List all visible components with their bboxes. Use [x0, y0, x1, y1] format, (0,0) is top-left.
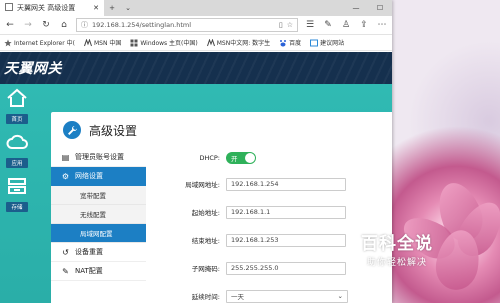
address-toolbar: ← → ↻ ⌂ ⓘ 192.168.1.254/settinglan.html … [0, 16, 392, 35]
new-tab-button[interactable]: + [104, 0, 120, 16]
panel-header: 高级设置 [51, 112, 392, 148]
reading-view-icon[interactable]: ▯ [279, 21, 283, 29]
tab-bar: 天翼网关 高级设置 ✕ + ⌄ — ☐ [0, 0, 392, 16]
profile-icon[interactable]: ♙ [340, 20, 352, 30]
dhcp-toggle-label: 开 [231, 155, 238, 163]
lan-ip-label: 局域网地址: [185, 181, 220, 189]
favorite-link-msn-cn[interactable]: MSN中文网: 数字生 [206, 38, 270, 47]
menu-item-nat[interactable]: ✎ NAT配置 [51, 262, 146, 281]
wrench-icon [63, 121, 81, 139]
id-card-icon: ▤ [61, 152, 70, 162]
url-text: 192.168.1.254/settinglan.html [92, 21, 192, 29]
windows-icon [130, 39, 138, 47]
brand-logo: 天翼网关 [4, 61, 62, 77]
page-favicon-icon [5, 3, 13, 13]
star-icon [4, 39, 12, 47]
settings-panel: 高级设置 ▤ 管理员账号设置 ⚙ 网络设置 宽带配置 无线配置 局域网配置 ↺ … [51, 112, 392, 303]
browser-window: 天翼网关 高级设置 ✕ + ⌄ — ☐ ← → ↻ ⌂ ⓘ 192.168.1.… [0, 0, 392, 303]
reset-icon: ↺ [62, 247, 69, 257]
info-icon: ⓘ [81, 21, 88, 29]
gear-icon: ⚙ [61, 171, 70, 181]
minimize-button[interactable]: — [344, 0, 368, 16]
favorite-star-icon[interactable]: ☆ [287, 21, 293, 29]
end-address-input[interactable]: 192.168.1.253 [226, 233, 346, 247]
dhcp-toggle[interactable]: 开 [226, 152, 256, 164]
lan-ip-input[interactable]: 192.168.1.254 [226, 177, 346, 191]
home-icon [6, 88, 28, 113]
watermark: 百科全说 助你轻松解决 [337, 229, 457, 268]
back-icon[interactable]: ← [4, 20, 16, 30]
refresh-icon[interactable]: ↻ [40, 20, 52, 30]
msn-icon [206, 38, 215, 47]
lease-time-label: 延续时间: [191, 293, 220, 301]
rail-item-storage[interactable]: 存储 [0, 176, 34, 220]
tab-active[interactable]: 天翼网关 高级设置 ✕ [0, 0, 104, 16]
dhcp-label: DHCP: [199, 154, 220, 162]
rail-item-home[interactable]: 首页 [0, 88, 34, 132]
subnet-mask-label: 子网掩码: [191, 265, 220, 273]
watermark-subtitle: 助你轻松解决 [366, 258, 427, 268]
favorite-link-baidu[interactable]: 百度 [279, 38, 301, 47]
left-rail: 首页 应用 存储 [0, 88, 34, 220]
settings-menu: ▤ 管理员账号设置 ⚙ 网络设置 宽带配置 无线配置 局域网配置 ↺ 设备重置 … [51, 148, 146, 281]
lease-time-select[interactable]: 一天 ⌄ [226, 289, 348, 303]
submenu-item-wireless[interactable]: 无线配置 [51, 205, 146, 224]
suggested-icon [310, 39, 319, 47]
start-address-row: 起始地址: 192.168.1.1 [151, 203, 392, 221]
favorites-bar: Internet Explorer 中( MSN 中国 Windows 主页(中… [0, 35, 392, 51]
dhcp-row: DHCP: 开 [151, 149, 392, 167]
rail-item-label: 应用 [6, 158, 28, 168]
rail-item-label: 首页 [6, 114, 28, 124]
pen-note-icon[interactable]: ✎ [322, 20, 334, 30]
more-icon[interactable]: ⋯ [376, 20, 388, 30]
menu-item-network[interactable]: ⚙ 网络设置 [51, 167, 146, 186]
start-address-input[interactable]: 192.168.1.1 [226, 205, 346, 219]
rail-item-apps[interactable]: 应用 [0, 132, 34, 176]
submenu-item-broadband[interactable]: 宽带配置 [51, 186, 146, 205]
tab-close-icon[interactable]: ✕ [93, 4, 99, 12]
favorites-hub-icon[interactable]: ☰ [304, 20, 316, 30]
lan-ip-row: 局域网地址: 192.168.1.254 [151, 175, 392, 193]
wrench-icon: ✎ [62, 266, 69, 276]
forward-icon[interactable]: → [22, 20, 34, 30]
cloud-icon [6, 132, 28, 157]
watermark-title: 百科全说 [361, 234, 433, 254]
rail-item-label: 存储 [6, 202, 28, 212]
toggle-knob [245, 153, 255, 163]
panel-title: 高级设置 [89, 123, 138, 138]
home-icon[interactable]: ⌂ [58, 20, 70, 30]
baidu-icon [279, 39, 287, 47]
menu-item-device-reset[interactable]: ↺ 设备重置 [51, 243, 146, 262]
tab-list-button[interactable]: ⌄ [120, 0, 136, 16]
storage-icon [6, 176, 28, 201]
address-bar[interactable]: ⓘ 192.168.1.254/settinglan.html ▯ ☆ [76, 18, 298, 32]
favorite-link-ie[interactable]: Internet Explorer 中( [4, 38, 75, 47]
tab-title: 天翼网关 高级设置 [17, 4, 76, 12]
favorite-link-suggested[interactable]: 建议网站 [310, 38, 344, 47]
router-page: 天翼网关 首页 应用 存储 高级设置 ▤ 管理员账号设置 ⚙ 网络设置 宽带配置… [0, 52, 392, 303]
favorite-link-msn[interactable]: MSN 中国 [83, 38, 121, 47]
maximize-button[interactable]: ☐ [368, 0, 392, 16]
favorite-link-windows[interactable]: Windows 主页(中国) [130, 38, 198, 47]
subnet-mask-input[interactable]: 255.255.255.0 [226, 261, 346, 275]
msn-icon [83, 38, 92, 47]
chevron-down-icon: ⌄ [337, 292, 343, 300]
menu-item-admin-account[interactable]: ▤ 管理员账号设置 [51, 148, 146, 167]
lease-time-row: 延续时间: 一天 ⌄ [151, 287, 392, 303]
submenu-item-lan[interactable]: 局域网配置 [51, 224, 146, 243]
start-address-label: 起始地址: [191, 209, 220, 217]
share-icon[interactable]: ⇪ [358, 20, 370, 30]
lease-time-value: 一天 [231, 293, 244, 301]
end-address-label: 结束地址: [191, 237, 220, 245]
brand-header: 天翼网关 [0, 52, 392, 84]
